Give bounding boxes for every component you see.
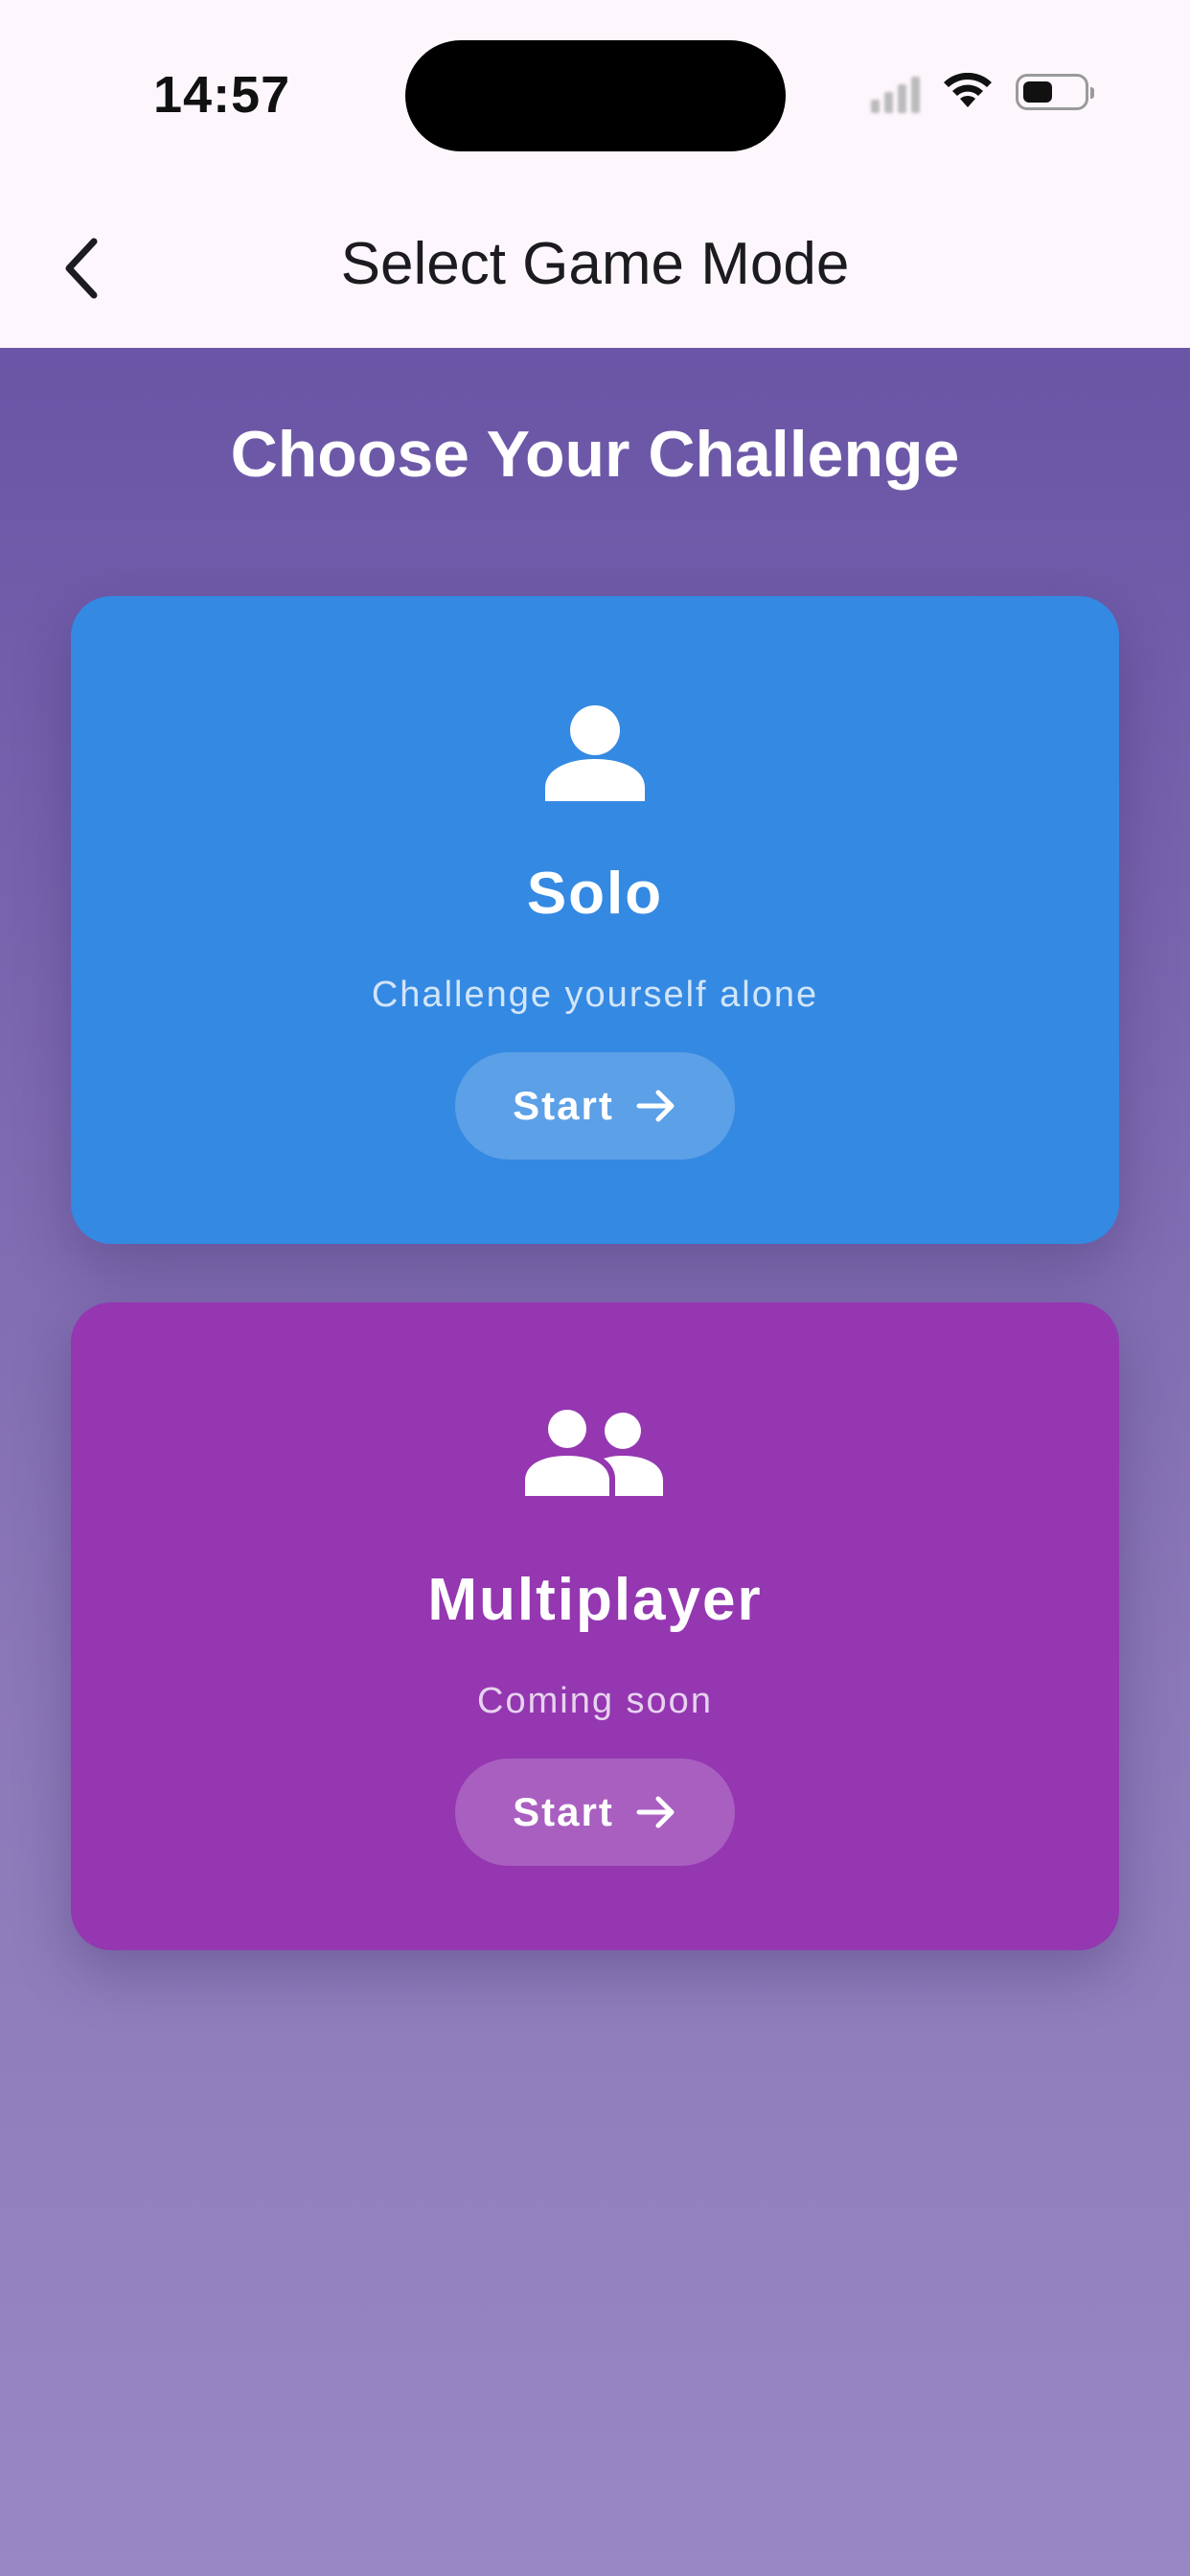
dynamic-island	[405, 40, 786, 151]
arrow-right-icon	[636, 1796, 675, 1828]
challenge-heading: Choose Your Challenge	[230, 418, 960, 491]
app-bar: Select Game Mode	[0, 192, 1190, 348]
multiplayer-mode-card[interactable]: Multiplayer Coming soon Start	[71, 1302, 1119, 1950]
multiplayer-title: Multiplayer	[427, 1567, 763, 1633]
arrow-right-icon	[636, 1090, 675, 1122]
battery-icon	[1016, 74, 1094, 110]
status-icons	[871, 71, 1094, 113]
status-time: 14:57	[153, 66, 291, 124]
solo-start-button[interactable]: Start	[455, 1052, 735, 1160]
status-bar: 14:57	[0, 0, 1190, 192]
wifi-icon	[941, 73, 995, 111]
main-content: Choose Your Challenge Solo Challenge you…	[0, 348, 1190, 2576]
person-icon	[71, 702, 1119, 807]
solo-mode-card[interactable]: Solo Challenge yourself alone Start	[71, 596, 1119, 1244]
start-button-label: Start	[513, 1789, 614, 1834]
page-title: Select Game Mode	[340, 231, 850, 297]
solo-subtitle: Challenge yourself alone	[371, 975, 819, 1015]
start-button-label: Start	[513, 1083, 614, 1128]
cellular-signal-icon	[871, 71, 920, 113]
solo-title: Solo	[526, 861, 664, 927]
people-icon	[71, 1408, 1119, 1504]
multiplayer-start-button[interactable]: Start	[455, 1759, 735, 1866]
multiplayer-subtitle: Coming soon	[477, 1681, 713, 1721]
